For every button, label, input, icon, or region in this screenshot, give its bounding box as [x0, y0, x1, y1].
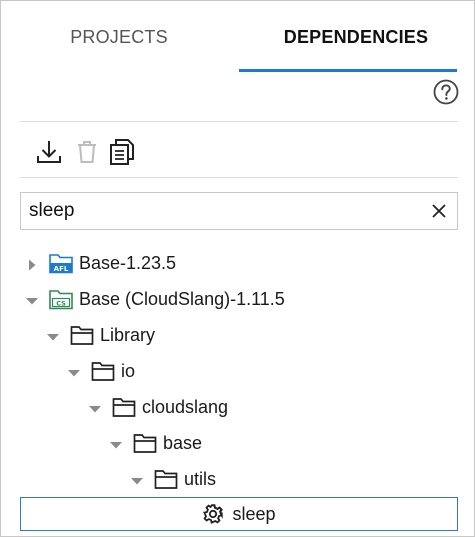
trash-icon[interactable]	[73, 137, 101, 167]
tree-item-label: cloudslang	[142, 396, 229, 417]
tree-item-io[interactable]: io	[67, 356, 135, 386]
tree-item-utils[interactable]: utils	[130, 464, 216, 494]
divider-top	[20, 121, 458, 122]
tree-item-label: Base-1.23.5	[79, 252, 177, 273]
svg-text:AFL: AFL	[54, 265, 69, 273]
tab-dependencies[interactable]: DEPENDENCIES	[238, 1, 474, 73]
folder-icon	[112, 396, 136, 418]
dependencies-panel: PROJECTS DEPENDENCIES sleep AFL Base-1.2…	[0, 0, 475, 537]
afl-folder-icon: AFL	[49, 252, 73, 274]
tab-projects[interactable]: PROJECTS	[1, 1, 237, 73]
caret-down-icon[interactable]	[109, 436, 123, 450]
tree-item-label: base	[163, 432, 203, 453]
copy-icon[interactable]	[108, 137, 136, 167]
caret-down-icon[interactable]	[130, 472, 144, 486]
svg-text:CS: CS	[56, 299, 66, 307]
tree-item-cloudslang[interactable]: cloudslang	[88, 392, 228, 422]
caret-down-icon[interactable]	[67, 364, 81, 378]
cs-folder-icon: CS	[49, 288, 73, 310]
caret-down-icon[interactable]	[25, 292, 39, 306]
caret-down-icon[interactable]	[46, 328, 60, 342]
tree-item-label: sleep	[232, 503, 276, 524]
help-icon[interactable]	[433, 79, 459, 105]
tab-bar: PROJECTS DEPENDENCIES	[1, 1, 474, 73]
folder-icon	[133, 432, 157, 454]
tree-item-label: utils	[184, 468, 217, 489]
search-input[interactable]	[21, 193, 421, 229]
active-tab-indicator	[239, 69, 457, 72]
tree-item-base-cloudslang[interactable]: CS Base (CloudSlang)-1.11.5	[25, 284, 285, 314]
close-icon[interactable]	[431, 203, 447, 219]
tree-item-label: Library	[100, 324, 156, 345]
tree-item-label: Base (CloudSlang)-1.11.5	[79, 288, 285, 309]
divider-toolbar	[20, 177, 458, 178]
caret-right-icon[interactable]	[25, 256, 39, 271]
folder-icon	[91, 360, 115, 382]
folder-icon	[154, 468, 178, 490]
download-icon[interactable]	[35, 137, 63, 167]
tree-item-label: io	[121, 360, 136, 381]
folder-icon	[70, 324, 94, 346]
search-box	[20, 192, 458, 230]
gear-icon	[203, 504, 224, 524]
caret-down-icon[interactable]	[88, 400, 102, 414]
tree-item-library[interactable]: Library	[46, 320, 155, 350]
tree-item-sleep[interactable]: sleep	[20, 497, 458, 531]
tree-item-base-folder[interactable]: base	[109, 428, 202, 458]
tree-item-base[interactable]: AFL Base-1.23.5	[25, 248, 176, 278]
